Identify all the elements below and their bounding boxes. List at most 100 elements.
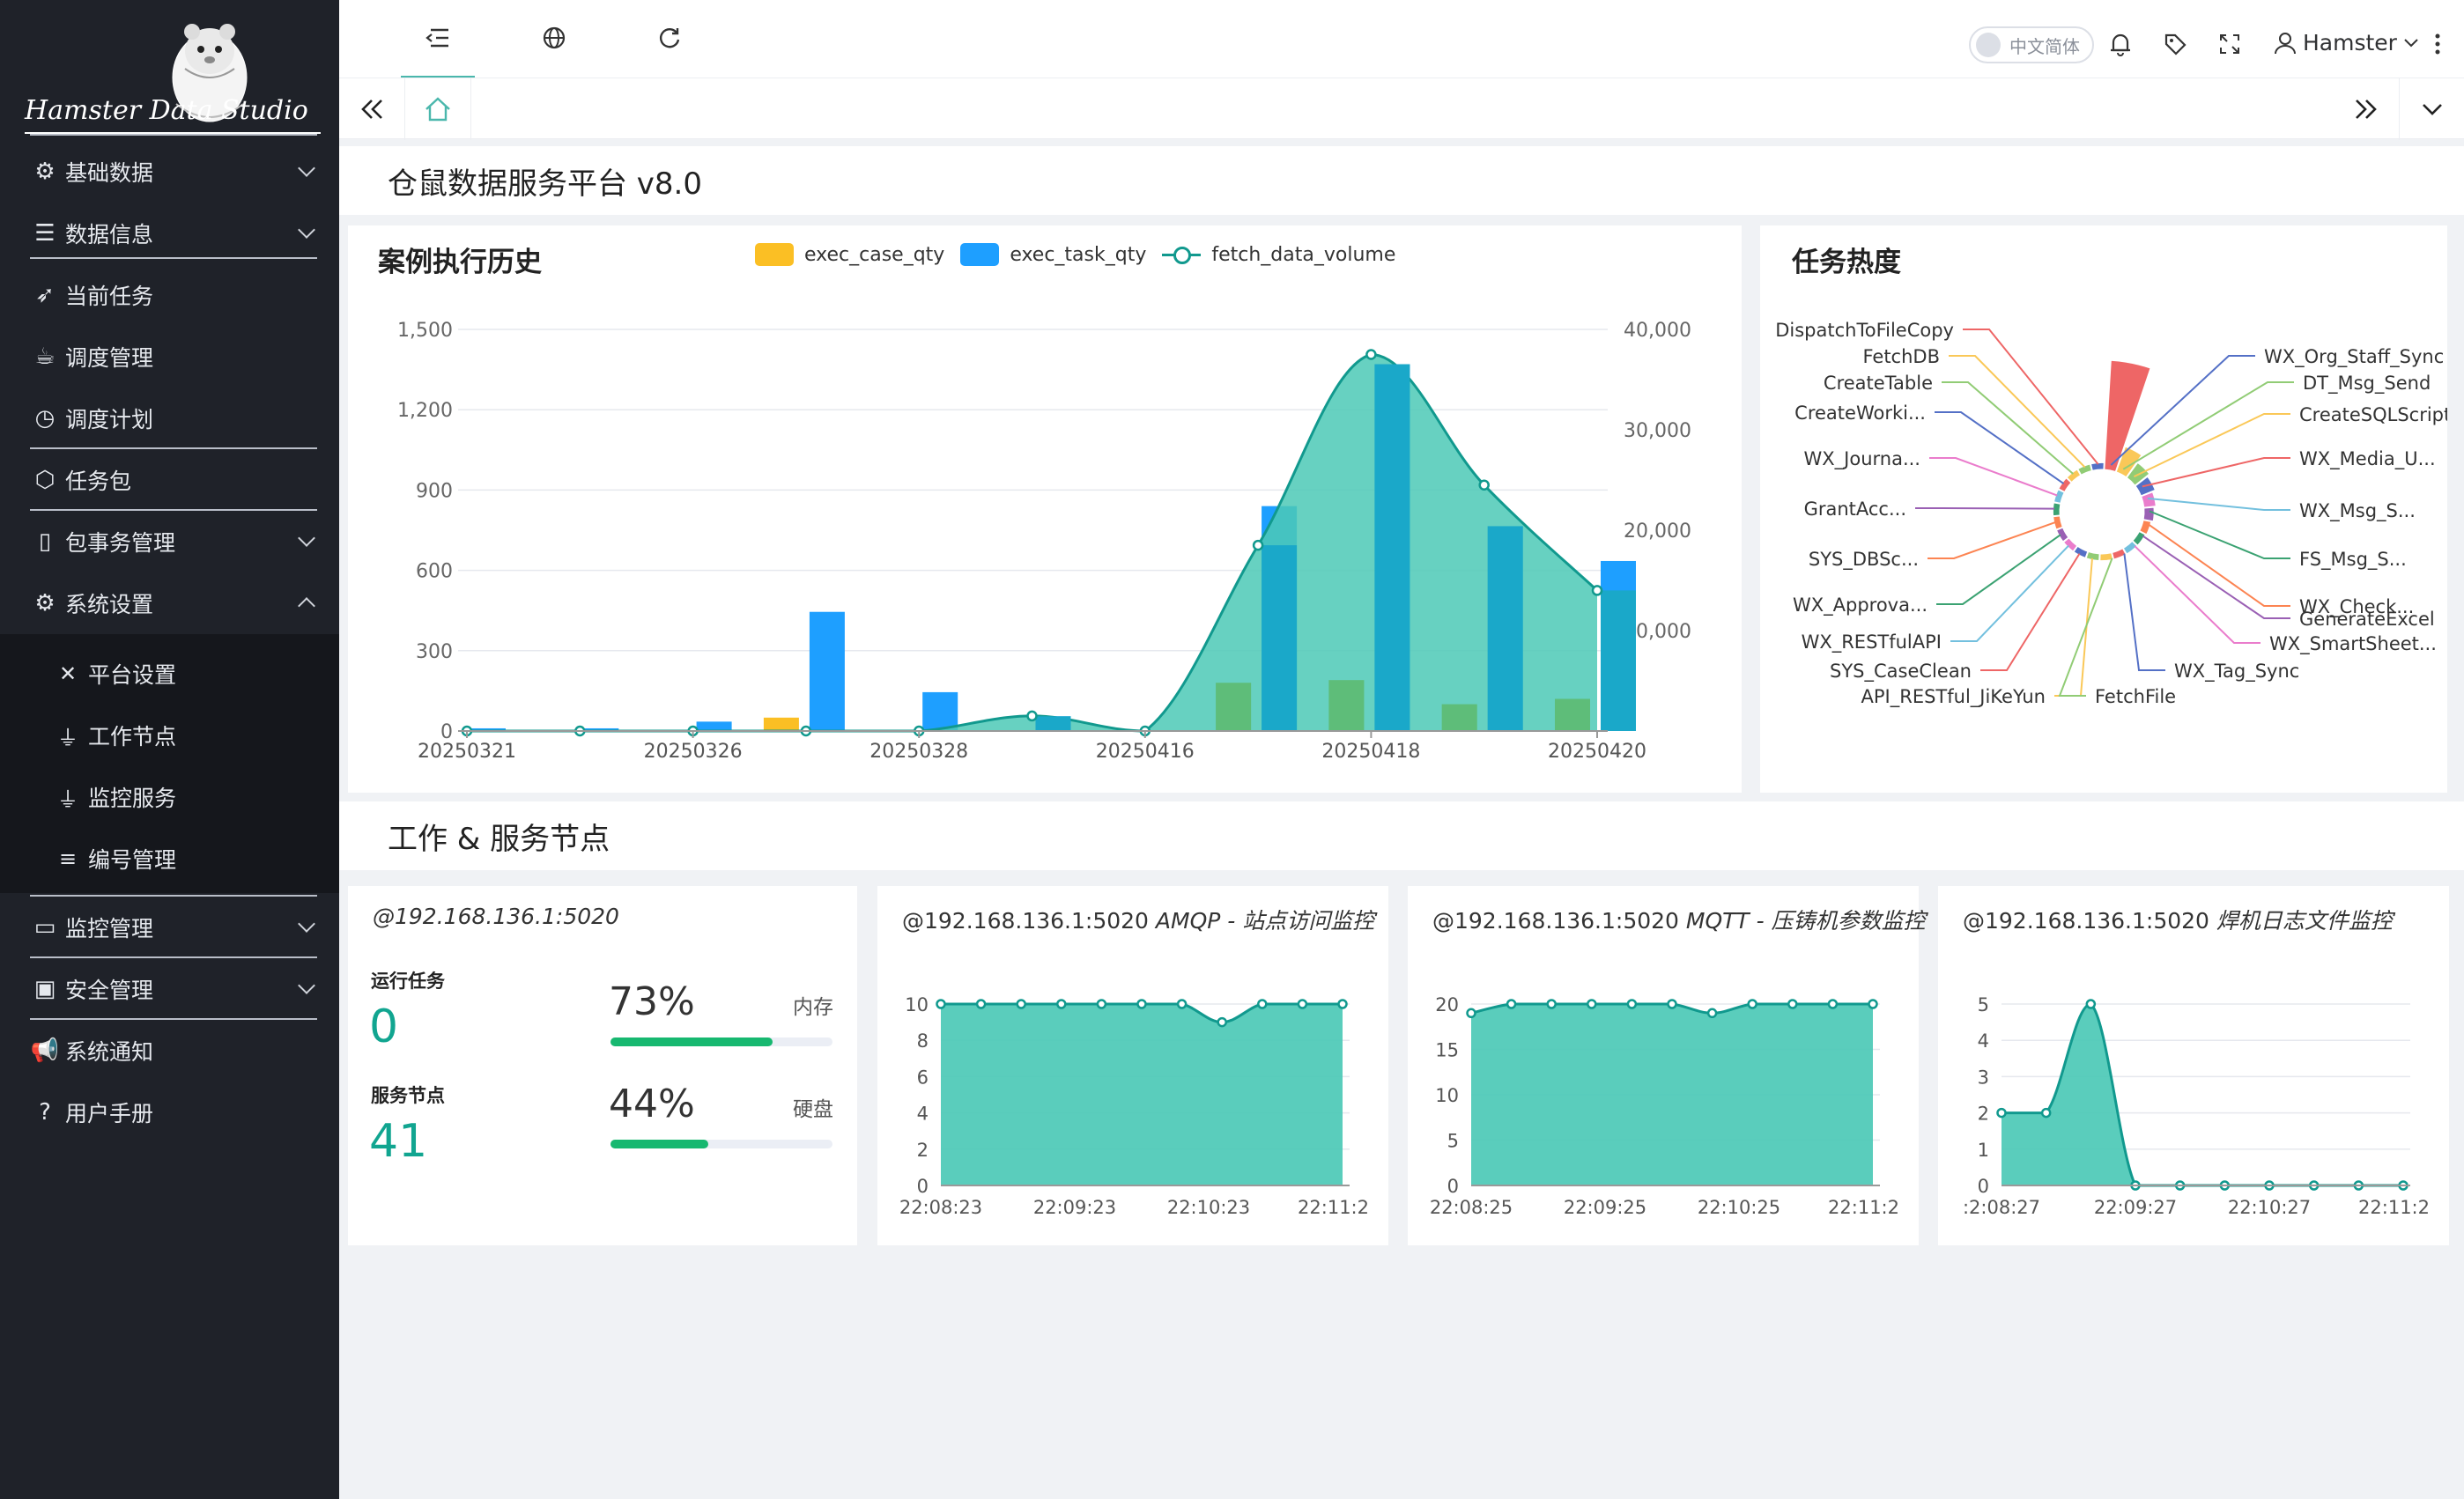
- menu-fold-button[interactable]: [411, 16, 464, 60]
- bar-exec-task-qty[interactable]: [809, 611, 845, 731]
- sidebar-item-6[interactable]: ▯ 包事务管理: [0, 511, 339, 572]
- tabs-dropdown-button[interactable]: [2399, 78, 2464, 140]
- rose-leader-line: [1915, 507, 2055, 510]
- fullscreen-button[interactable]: [2212, 26, 2247, 62]
- rose-label: WX_Tag_Sync: [2174, 661, 2299, 683]
- data-point[interactable]: [1016, 999, 1026, 1009]
- point-fetch-data-volume[interactable]: [1478, 479, 1490, 491]
- tag-button[interactable]: [2157, 26, 2193, 62]
- amqp-chart[interactable]: 0 2 4 6 8 10 22:08:23 22:09:23 22:10:23 22:11:2: [877, 886, 1388, 1245]
- rose-label: CreateTable: [1824, 373, 1933, 394]
- sidebar-item-2[interactable]: ➶ 当前任务: [0, 264, 339, 326]
- data-point[interactable]: [1787, 999, 1798, 1009]
- notification-button[interactable]: [2103, 26, 2138, 62]
- data-point[interactable]: [1827, 999, 1839, 1009]
- sidebar-item-0[interactable]: ⚙ 基础数据: [0, 141, 339, 203]
- globe-button[interactable]: [528, 16, 581, 60]
- data-point[interactable]: [1337, 999, 1348, 1009]
- tab-home[interactable]: [404, 78, 471, 140]
- bar-exec-case-qty-shaded[interactable]: [1216, 683, 1252, 731]
- bar-exec-case-qty-shaded[interactable]: [1555, 698, 1590, 731]
- sidebar-subitem-label: 工作节点: [88, 724, 177, 750]
- rose-label: DT_Msg_Send: [2303, 373, 2431, 395]
- more-button[interactable]: [2420, 26, 2455, 62]
- data-point[interactable]: [1996, 1107, 2007, 1119]
- bar-exec-case-qty[interactable]: [763, 717, 799, 731]
- sidebar-subitem-1[interactable]: ⏚ 工作节点: [0, 705, 339, 766]
- sidebar-item-1[interactable]: ☰ 数据信息: [0, 203, 339, 264]
- bar-exec-case-qty-shaded[interactable]: [1441, 704, 1477, 731]
- bar-exec-task-qty-shaded[interactable]: [1262, 545, 1298, 731]
- sidebar-item-10[interactable]: 📢 系统通知: [0, 1020, 339, 1082]
- point-fetch-data-volume[interactable]: [1252, 539, 1264, 551]
- data-point[interactable]: [1747, 999, 1757, 1009]
- rose-slice[interactable]: [2053, 489, 2065, 504]
- bar-exec-task-qty[interactable]: [696, 721, 732, 731]
- tag-icon: [2164, 33, 2187, 55]
- data-point[interactable]: [1506, 999, 1517, 1009]
- data-point[interactable]: [1667, 999, 1677, 1009]
- disk-progress-fill: [610, 1140, 708, 1148]
- rose-label: WX_Media_U...: [2299, 448, 2436, 470]
- data-point[interactable]: [1056, 999, 1067, 1009]
- sidebar-item-4[interactable]: ◷ 调度计划: [0, 388, 339, 449]
- bar-exec-task-qty-shaded[interactable]: [1487, 526, 1523, 731]
- double-chevron-left-icon: [361, 100, 382, 119]
- sidebar-subitem-2[interactable]: ⏚ 监控服务: [0, 766, 339, 828]
- point-fetch-data-volume[interactable]: [1591, 585, 1603, 596]
- sidebar-item-9[interactable]: ▣ 安全管理: [0, 958, 339, 1020]
- sidebar-item-7[interactable]: ⚙ 系统设置: [0, 572, 339, 634]
- heat-chart[interactable]: DispatchToFileCopy FetchDB CreateTable Crea…: [1760, 225, 2447, 793]
- sidebar-item-3[interactable]: ☕ 调度管理: [0, 326, 339, 388]
- data-point[interactable]: [1626, 999, 1638, 1009]
- data-point[interactable]: [1096, 999, 1107, 1009]
- bar-exec-task-qty[interactable]: [922, 691, 958, 731]
- rose-slice[interactable]: [2077, 463, 2092, 476]
- sidebar-item-label: 安全管理: [65, 978, 154, 1003]
- point-fetch-data-volume[interactable]: [1026, 710, 1038, 722]
- data-point[interactable]: [1136, 999, 1147, 1009]
- point-fetch-data-volume[interactable]: [1365, 349, 1377, 360]
- data-point[interactable]: [2085, 999, 2097, 1009]
- document-icon: ▯: [38, 528, 52, 555]
- sidebar-subitem-0[interactable]: ✕ 平台设置: [0, 643, 339, 705]
- welder-chart[interactable]: 0 1 2 3 4 5:2:08:27 22:09:27 22:10:27 22:11:2: [1938, 886, 2449, 1245]
- bar-exec-task-qty-shaded[interactable]: [1374, 364, 1410, 731]
- rose-label: WX_SmartSheet...: [2269, 633, 2437, 655]
- x-tick-label: 22:11:2: [2358, 1197, 2430, 1218]
- sidebar-subitem-3[interactable]: ≡ 编号管理: [0, 828, 339, 890]
- bar-exec-task-qty-shaded[interactable]: [1035, 716, 1071, 731]
- data-point[interactable]: [1546, 999, 1557, 1009]
- id-card-icon: ▣: [33, 976, 56, 1002]
- data-point[interactable]: [2040, 1107, 2052, 1119]
- sidebar-item-8[interactable]: ▭ 监控管理: [0, 897, 339, 958]
- data-point[interactable]: [975, 999, 987, 1009]
- bar-exec-task-qty-shaded[interactable]: [1601, 590, 1636, 731]
- tabs-scroll-left-button[interactable]: [339, 78, 404, 140]
- bar-exec-case-qty-shaded[interactable]: [1328, 680, 1365, 731]
- x-tick-label: 22:10:27: [2228, 1197, 2311, 1218]
- sidebar-item-11[interactable]: ? 用户手册: [0, 1082, 339, 1143]
- y-tick-label: 10: [1435, 1085, 1459, 1106]
- logo[interactable]: Hamster Data Studio: [18, 9, 322, 134]
- sidebar-item-5[interactable]: ⬡ 任务包: [0, 449, 339, 511]
- tabs-scroll-right-button[interactable]: [2334, 78, 2399, 140]
- data-point[interactable]: [1868, 999, 1878, 1009]
- data-point[interactable]: [1466, 1008, 1476, 1019]
- language-toggle[interactable]: 中文简体: [1969, 26, 2094, 63]
- history-chart[interactable]: 03006009001,2001,50010,00020,00030,00040…: [348, 225, 1742, 793]
- data-point[interactable]: [1706, 1008, 1718, 1019]
- rose-slice[interactable]: [2142, 506, 2155, 522]
- data-point[interactable]: [936, 999, 946, 1009]
- data-point[interactable]: [1217, 1016, 1227, 1028]
- menu-divider: [30, 257, 317, 259]
- data-point[interactable]: [1587, 999, 1597, 1009]
- data-point[interactable]: [1176, 999, 1188, 1009]
- refresh-button[interactable]: [643, 16, 696, 60]
- y-tick-label: 0: [1978, 1176, 1989, 1197]
- y-tick-label: 6: [917, 1067, 929, 1088]
- data-point[interactable]: [1297, 999, 1308, 1009]
- user-menu[interactable]: Hamster: [2273, 30, 2420, 55]
- mqtt-chart[interactable]: 0 5 10 15 20 22:08:25 22:09:25 22:10:25 22:11:2: [1408, 886, 1919, 1245]
- data-point[interactable]: [1257, 999, 1268, 1009]
